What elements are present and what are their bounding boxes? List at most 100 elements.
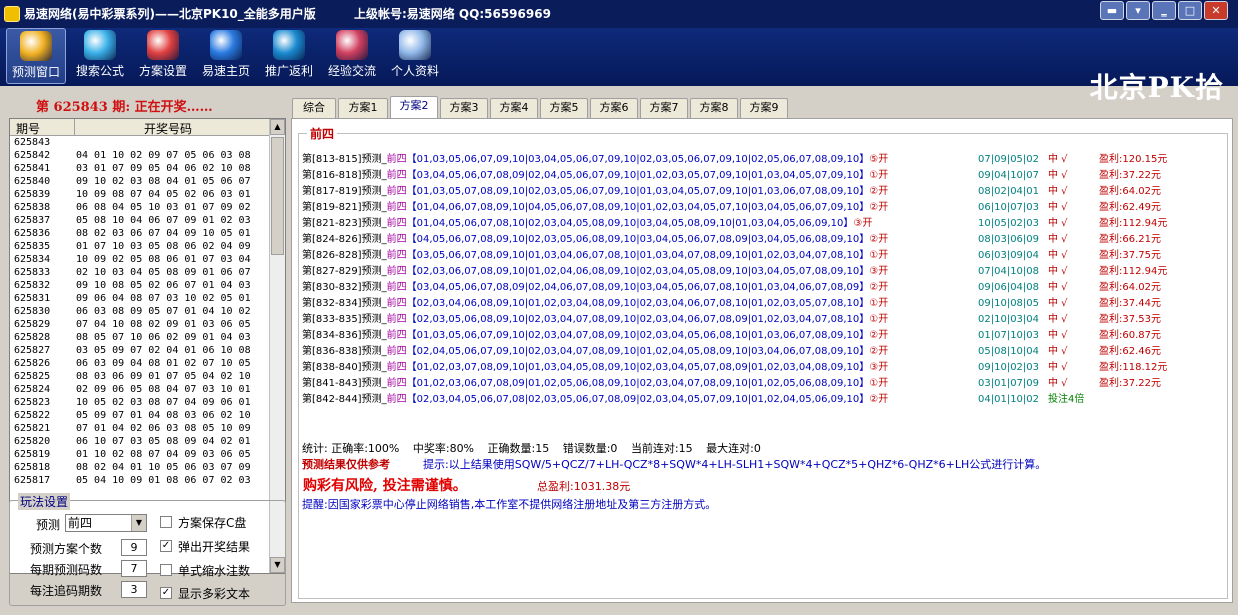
chase-input[interactable]: 3: [121, 581, 147, 598]
prediction-line: 第[832-834]预测_前四【02,03,04,06,08,09,10|01,…: [302, 296, 1226, 312]
tab-scheme-8[interactable]: 方案8: [690, 98, 738, 118]
table-row[interactable]: 625825 08 03 06 09 01 07 05 04 02 10: [10, 370, 270, 383]
result-index: ①开: [869, 378, 889, 389]
search-formula-icon: [84, 30, 116, 60]
position-label: 前四: [386, 202, 407, 213]
tab-scheme-9[interactable]: 方案9: [740, 98, 788, 118]
period-range: 第[824-826]预测_: [302, 234, 387, 245]
scroll-up-icon[interactable]: ▲: [270, 119, 285, 135]
table-row[interactable]: 625839 10 09 08 07 04 05 02 06 03 01: [10, 188, 270, 201]
tab-summary[interactable]: 综合: [292, 98, 336, 118]
table-row[interactable]: 625821 07 01 04 02 06 03 08 05 10 09: [10, 422, 270, 435]
numbers-cell: 05 04 10 09 01 08 06 07 02 03: [76, 475, 251, 486]
stat-accuracy: 统计: 正确率:100%: [302, 442, 400, 455]
table-row[interactable]: 625822 05 09 07 01 04 08 03 06 02 10: [10, 409, 270, 422]
table-row[interactable]: 625828 08 05 07 10 06 02 09 01 04 03: [10, 331, 270, 344]
table-row[interactable]: 625840 09 10 02 03 08 04 01 05 06 07: [10, 175, 270, 188]
brand-logo: 北京PK拾: [1089, 71, 1224, 104]
drawn-numbers: 09|10|02|03: [978, 362, 1040, 373]
option-checkbox[interactable]: ✓: [160, 540, 172, 552]
table-row[interactable]: 625834 10 09 02 05 08 06 01 07 03 04: [10, 253, 270, 266]
drawn-numbers: 05|08|10|04: [978, 346, 1040, 357]
verdict: 中 √: [1048, 202, 1068, 213]
profit: 盈利:37.75元: [1099, 250, 1161, 261]
numbers-cell: 06 08 04 05 10 03 01 07 09 02: [76, 202, 251, 213]
table-row[interactable]: 625835 01 07 10 03 05 08 06 02 04 09: [10, 240, 270, 253]
option-label: 方案保存C盘: [178, 516, 247, 530]
table-row[interactable]: 625819 01 10 02 08 07 04 09 03 06 05: [10, 448, 270, 461]
profit: 盈利:62.49元: [1099, 202, 1161, 213]
predicted-numbers: 【03,05,06,07,08,09,10|01,03,04,06,07,08,…: [406, 250, 870, 261]
verdict: 中 √: [1048, 234, 1068, 245]
tool-scheme-settings[interactable]: 方案设置: [133, 28, 193, 84]
table-row[interactable]: 625833 02 10 03 04 05 08 09 01 06 07: [10, 266, 270, 279]
table-row[interactable]: 625826 06 03 09 04 08 01 02 07 10 05: [10, 357, 270, 370]
table-row[interactable]: 625838 06 08 04 05 10 03 01 07 09 02: [10, 201, 270, 214]
close-icon[interactable]: ✕: [1204, 1, 1228, 20]
position-label: 前四: [386, 298, 407, 309]
prediction-line: 第[834-836]预测_前四【01,03,05,06,07,09,10|02,…: [302, 328, 1226, 344]
table-row[interactable]: 625820 06 10 07 03 05 08 09 04 02 01: [10, 435, 270, 448]
tab-scheme-6[interactable]: 方案6: [590, 98, 638, 118]
period-cell: 625833: [14, 267, 51, 278]
minimize-icon[interactable]: ‗: [1152, 1, 1176, 20]
tab-scheme-2[interactable]: 方案2: [390, 96, 438, 118]
position-label: 前四: [386, 154, 407, 165]
table-row[interactable]: 625837 05 08 10 04 06 07 09 01 02 03: [10, 214, 270, 227]
table-row[interactable]: 625818 08 02 04 01 10 05 06 03 07 09: [10, 461, 270, 474]
predict-select[interactable]: 前四 ▼: [65, 514, 147, 532]
chat-icon[interactable]: ▬: [1100, 1, 1124, 20]
table-row[interactable]: 625832 09 10 08 05 02 06 07 01 04 03: [10, 279, 270, 292]
position-label: 前四: [386, 314, 407, 325]
predicted-numbers: 【01,04,06,07,08,09,10|04,05,06,07,08,09,…: [406, 202, 870, 213]
result-index: ①开: [869, 170, 889, 181]
table-row[interactable]: 625827 03 05 09 07 02 04 01 06 10 08: [10, 344, 270, 357]
tool-search-formula[interactable]: 搜索公式: [70, 28, 130, 84]
position-label: 前四: [386, 394, 407, 405]
period-range: 第[819-821]预测_: [302, 202, 387, 213]
tool-home[interactable]: 易速主页: [196, 28, 256, 84]
period-cell: 625836: [14, 228, 51, 239]
maximize-icon[interactable]: □: [1178, 1, 1202, 20]
option-checkbox[interactable]: [160, 564, 172, 576]
prediction-lines: 第[813-815]预测_前四【01,03,05,06,07,09,10|03,…: [302, 152, 1226, 408]
chevron-down-icon: ▼: [131, 515, 146, 531]
scheme-settings-icon: [147, 30, 179, 60]
scroll-thumb[interactable]: [271, 137, 284, 255]
window-title: 易速网络(易中彩票系列)——北京PK10_全能多用户版: [24, 7, 316, 21]
position-label: 前四: [386, 218, 407, 229]
codes-input[interactable]: 7: [121, 560, 147, 577]
profit: 盈利:62.46元: [1099, 346, 1161, 357]
tool-profile[interactable]: 个人资料: [385, 28, 445, 84]
scheme-count-input[interactable]: 9: [121, 539, 147, 556]
tool-promo[interactable]: 推广返利: [259, 28, 319, 84]
tab-scheme-5[interactable]: 方案5: [540, 98, 588, 118]
predicted-numbers: 【01,02,03,07,08,09,10|01,03,04,05,08,09,…: [406, 362, 870, 373]
formula-hint: 提示:以上结果使用SQW/5+QCZ/7+LH-QCZ*8+SQW*4+LH-S…: [423, 458, 1047, 471]
tab-scheme-1[interactable]: 方案1: [338, 98, 388, 118]
numbers-cell: 10 09 02 05 08 06 01 07 03 04: [76, 254, 251, 265]
table-row[interactable]: 625829 07 04 10 08 02 09 01 03 06 05: [10, 318, 270, 331]
table-row[interactable]: 625823 10 05 02 03 08 07 04 09 06 01: [10, 396, 270, 409]
tab-scheme-3[interactable]: 方案3: [440, 98, 488, 118]
option-checkbox[interactable]: [160, 516, 172, 528]
position-label: 前四: [386, 250, 407, 261]
tool-exchange[interactable]: 经验交流: [322, 28, 382, 84]
table-row[interactable]: 625824 02 09 06 05 08 04 07 03 10 01: [10, 383, 270, 396]
prediction-line: 第[824-826]预测_前四【04,05,06,07,08,09,10|02,…: [302, 232, 1226, 248]
table-row[interactable]: 625841 03 01 07 09 05 04 06 02 10 08: [10, 162, 270, 175]
table-row[interactable]: 625831 09 06 04 08 07 03 10 02 05 01: [10, 292, 270, 305]
tab-scheme-7[interactable]: 方案7: [640, 98, 688, 118]
period-cell: 625822: [14, 410, 51, 421]
table-row[interactable]: 625836 08 02 03 06 07 04 09 10 05 01: [10, 227, 270, 240]
table-row[interactable]: 625817 05 04 10 09 01 08 06 07 02 03: [10, 474, 270, 487]
prediction-line: 第[821-823]预测_前四【01,04,05,06,07,08,10|02,…: [302, 216, 1226, 232]
table-row[interactable]: 625842 04 01 10 02 09 07 05 06 03 08: [10, 149, 270, 162]
tool-predict-window[interactable]: 预测窗口: [6, 28, 66, 84]
menu-icon[interactable]: ▾: [1126, 1, 1150, 20]
tab-scheme-4[interactable]: 方案4: [490, 98, 538, 118]
table-row[interactable]: 625830 06 03 08 09 05 07 01 04 10 02: [10, 305, 270, 318]
table-row[interactable]: 625843: [10, 136, 270, 149]
result-index: ③开: [869, 362, 889, 373]
option-checkbox[interactable]: ✓: [160, 587, 172, 599]
